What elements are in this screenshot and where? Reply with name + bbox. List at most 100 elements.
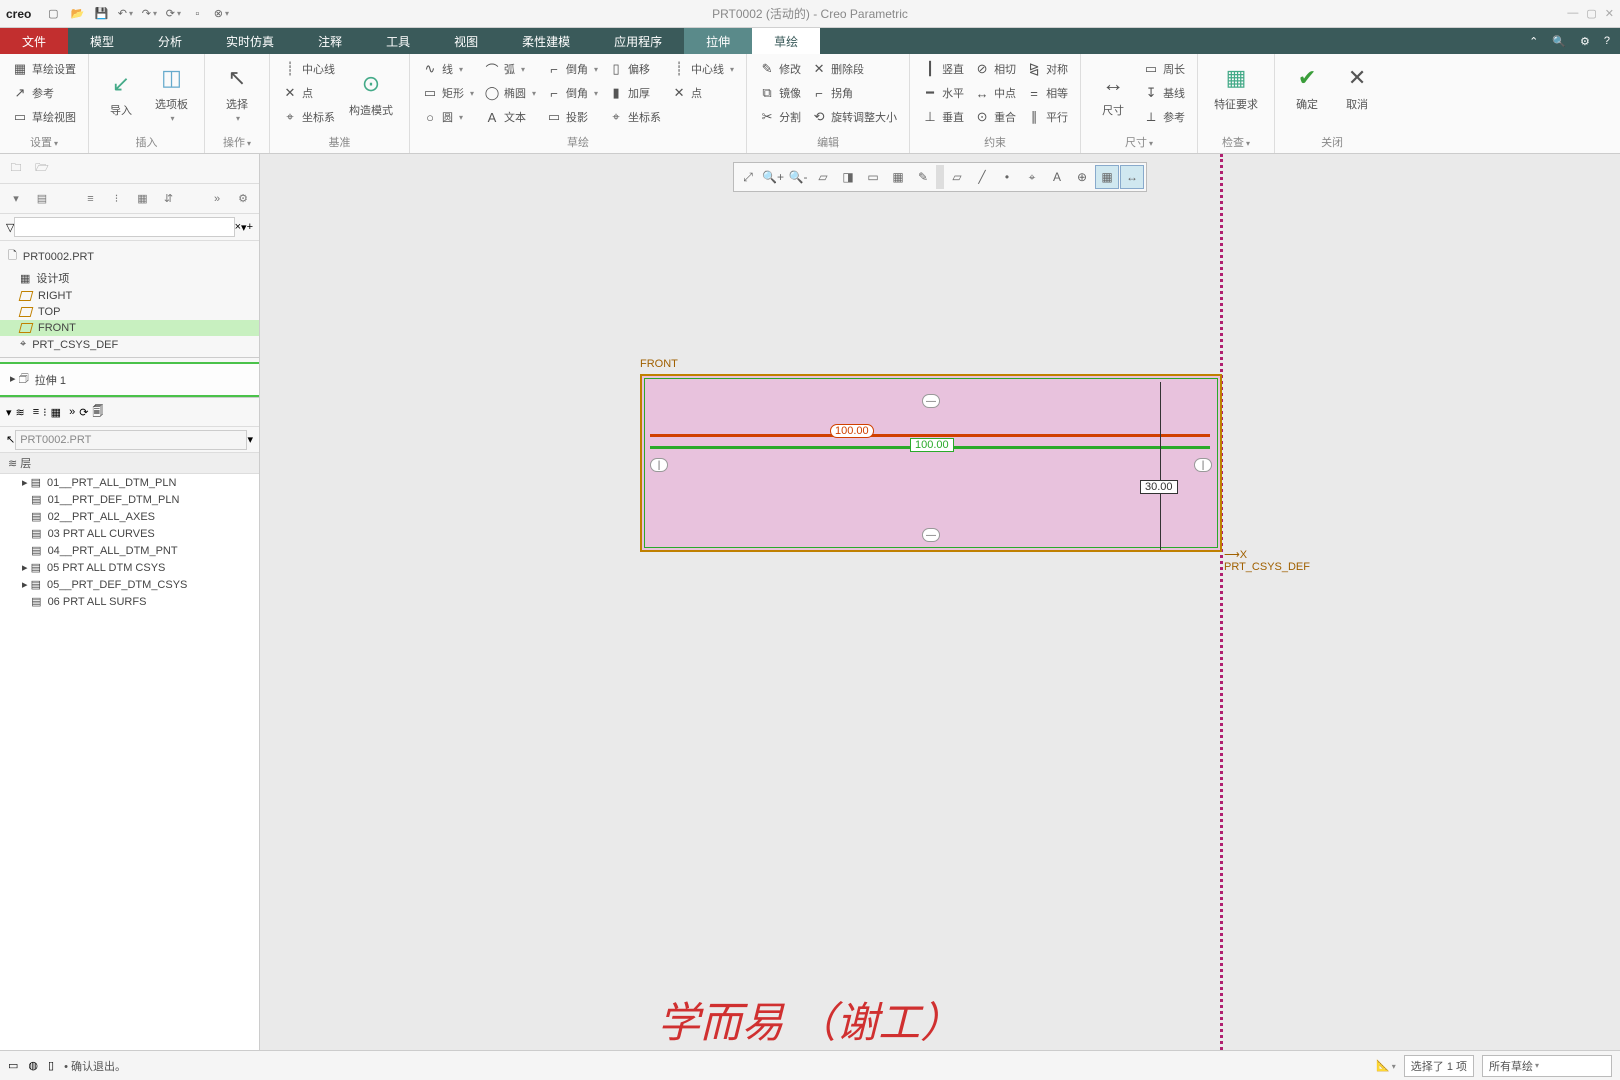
layer-item[interactable]: ▤ 01__PRT_DEF_DTM_PLN bbox=[0, 491, 259, 508]
constraint-h[interactable]: — bbox=[922, 528, 940, 542]
fillet-button[interactable]: ⌐倒角 bbox=[544, 82, 600, 104]
layers-refresh-icon[interactable]: ⟳ bbox=[79, 406, 88, 419]
grid-toggle-icon[interactable]: ▦ bbox=[1095, 165, 1119, 189]
import-button[interactable]: ↙导入 bbox=[99, 64, 143, 122]
save-icon[interactable]: 💾 bbox=[90, 3, 112, 25]
layer-item[interactable]: ▸ ▤ 05 PRT ALL DTM CSYS bbox=[0, 559, 259, 576]
coincident-button[interactable]: ⊙重合 bbox=[972, 106, 1018, 128]
tree-csys[interactable]: ⌖ PRT_CSYS_DEF bbox=[0, 336, 259, 353]
rotate-resize-button[interactable]: ⟲旋转调整大小 bbox=[809, 106, 899, 128]
tree-show-icon[interactable]: ▤ bbox=[32, 189, 52, 209]
dim-width-label[interactable]: 100.00 bbox=[910, 438, 954, 452]
perimeter-button[interactable]: ▭周长 bbox=[1141, 58, 1187, 80]
tree-view2-icon[interactable]: ⁝ bbox=[107, 189, 127, 209]
horizontal-button[interactable]: ━水平 bbox=[920, 82, 966, 104]
filter-add-icon[interactable]: + bbox=[247, 221, 253, 233]
repaint-icon[interactable]: ▱ bbox=[811, 165, 835, 189]
equal-button[interactable]: =相等 bbox=[1024, 82, 1070, 104]
layers-v3-icon[interactable]: ▦ bbox=[51, 406, 61, 419]
tree-front[interactable]: FRONT bbox=[0, 320, 259, 336]
layer-item[interactable]: ▸ ▤ 01__PRT_ALL_DTM_PLN bbox=[0, 474, 259, 491]
maximize-icon[interactable]: ▢ bbox=[1586, 7, 1596, 20]
search-icon[interactable]: 🔍 bbox=[1552, 35, 1566, 48]
close-icon[interactable]: ✕ bbox=[1605, 7, 1614, 20]
graphics-canvas[interactable]: ⤢ 🔍+ 🔍- ▱ ◨ ▭ ▦ ✎ ▱ ╱ • ⌖ A ⊕ ▦ ↔ FRONT … bbox=[260, 154, 1620, 1050]
tab-file[interactable]: 文件 bbox=[0, 28, 68, 54]
status-icon3[interactable]: ▯ bbox=[48, 1059, 54, 1072]
dim-height-label[interactable]: 30.00 bbox=[1140, 480, 1178, 494]
delete-segment-button[interactable]: ✕删除段 bbox=[809, 58, 899, 80]
vertical-button[interactable]: ┃竖直 bbox=[920, 58, 966, 80]
layer-item[interactable]: ▤ 06 PRT ALL SURFS bbox=[0, 593, 259, 610]
constraint-v[interactable]: | bbox=[1194, 458, 1212, 472]
open-icon[interactable]: 📂 bbox=[66, 3, 88, 25]
csys-toggle-icon[interactable]: ⌖ bbox=[1020, 165, 1044, 189]
tab-view[interactable]: 视图 bbox=[432, 28, 500, 54]
tree-expand-icon[interactable]: ▾ bbox=[6, 189, 26, 209]
tab-apps[interactable]: 应用程序 bbox=[592, 28, 684, 54]
tree-view4-icon[interactable]: ⇵ bbox=[159, 189, 179, 209]
layers-v1-icon[interactable]: ≡ bbox=[33, 406, 39, 418]
saved-view-icon[interactable]: ▭ bbox=[861, 165, 885, 189]
layers-cursor-icon[interactable]: ↖ bbox=[6, 433, 15, 446]
layers-stack-icon[interactable]: ≋ bbox=[16, 406, 25, 419]
tab-sketch[interactable]: 草绘 bbox=[752, 28, 820, 54]
chamfer-button[interactable]: ⌐倒角 bbox=[544, 58, 600, 80]
tree-more-icon[interactable]: » bbox=[207, 189, 227, 209]
tree-top[interactable]: TOP bbox=[0, 304, 259, 320]
layers-more-icon[interactable]: » bbox=[69, 406, 75, 418]
view-mgr-icon[interactable]: ▦ bbox=[886, 165, 910, 189]
datum-pt-toggle-icon[interactable]: • bbox=[995, 165, 1019, 189]
redo-icon[interactable]: ↷ bbox=[138, 3, 160, 25]
tree-view3-icon[interactable]: ▦ bbox=[133, 189, 153, 209]
datum-plane-toggle-icon[interactable]: ▱ bbox=[945, 165, 969, 189]
point-sketch-button[interactable]: ✕点 bbox=[669, 82, 736, 104]
select-button[interactable]: ↖选择 bbox=[215, 58, 259, 127]
divide-button[interactable]: ✂分割 bbox=[757, 106, 803, 128]
line-button[interactable]: ∿线 bbox=[420, 58, 476, 80]
project-button[interactable]: ▭投影 bbox=[544, 106, 600, 128]
zoom-in-icon[interactable]: 🔍+ bbox=[761, 165, 785, 189]
thicken-button[interactable]: ▮加厚 bbox=[606, 82, 663, 104]
zoom-fit-icon[interactable]: ⤢ bbox=[736, 165, 760, 189]
annot-toggle-icon[interactable]: A bbox=[1045, 165, 1069, 189]
win-icon[interactable]: ▫ bbox=[186, 3, 208, 25]
layers-file-dd-icon[interactable]: ▾ bbox=[247, 433, 253, 446]
references-button[interactable]: ↗参考 bbox=[10, 82, 78, 104]
layers-file-input[interactable] bbox=[15, 430, 247, 450]
layers-copy-icon[interactable]: 🗐 bbox=[92, 403, 103, 422]
status-measure-icon[interactable]: 📐 bbox=[1376, 1059, 1396, 1072]
tangent-button[interactable]: ⊘相切 bbox=[972, 58, 1018, 80]
tab-extrude[interactable]: 拉伸 bbox=[684, 28, 752, 54]
modify-button[interactable]: ✎修改 bbox=[757, 58, 803, 80]
tree-design-items[interactable]: ▦ 设计项 bbox=[0, 268, 259, 288]
ok-button[interactable]: ✔确定 bbox=[1285, 58, 1329, 116]
tab-flex[interactable]: 柔性建模 bbox=[500, 28, 592, 54]
cancel-button[interactable]: ✕取消 bbox=[1335, 58, 1379, 116]
new-icon[interactable]: ▢ bbox=[42, 3, 64, 25]
csys-button[interactable]: ⌖坐标系 bbox=[280, 106, 337, 128]
status-selection-count[interactable]: 选择了 1 项 bbox=[1404, 1055, 1474, 1077]
tab-simulate[interactable]: 实时仿真 bbox=[204, 28, 296, 54]
filter-icon[interactable]: ▽ bbox=[6, 221, 14, 234]
offset-button[interactable]: ▯偏移 bbox=[606, 58, 663, 80]
centerline-button[interactable]: ┊中心线 bbox=[280, 58, 337, 80]
layers-v2-icon[interactable]: ⁝ bbox=[43, 406, 47, 419]
tree-tab2-icon[interactable]: 🗁 bbox=[32, 159, 52, 179]
layer-item[interactable]: ▸ ▤ 05__PRT_DEF_DTM_CSYS bbox=[0, 576, 259, 593]
tab-model[interactable]: 模型 bbox=[68, 28, 136, 54]
centerline-sketch-button[interactable]: ┊中心线 bbox=[669, 58, 736, 80]
circle-button[interactable]: ○圆 bbox=[420, 106, 476, 128]
corner-button[interactable]: ⌐拐角 bbox=[809, 82, 899, 104]
help-icon[interactable]: ? bbox=[1604, 35, 1610, 47]
gear-icon[interactable]: ⚙ bbox=[1580, 35, 1590, 48]
layer-item[interactable]: ▤ 02__PRT_ALL_AXES bbox=[0, 508, 259, 525]
dim-toggle-icon[interactable]: ↔ bbox=[1120, 165, 1144, 189]
layer-item[interactable]: ▤ 03 PRT ALL CURVES bbox=[0, 525, 259, 542]
layers-dd-icon[interactable]: ▾ bbox=[6, 406, 12, 419]
close-win-icon[interactable]: ⊗ bbox=[210, 3, 232, 25]
status-icon2[interactable]: ◍ bbox=[28, 1059, 38, 1072]
spin-center-icon[interactable]: ⊕ bbox=[1070, 165, 1094, 189]
tab-analysis[interactable]: 分析 bbox=[136, 28, 204, 54]
tree-right[interactable]: RIGHT bbox=[0, 288, 259, 304]
